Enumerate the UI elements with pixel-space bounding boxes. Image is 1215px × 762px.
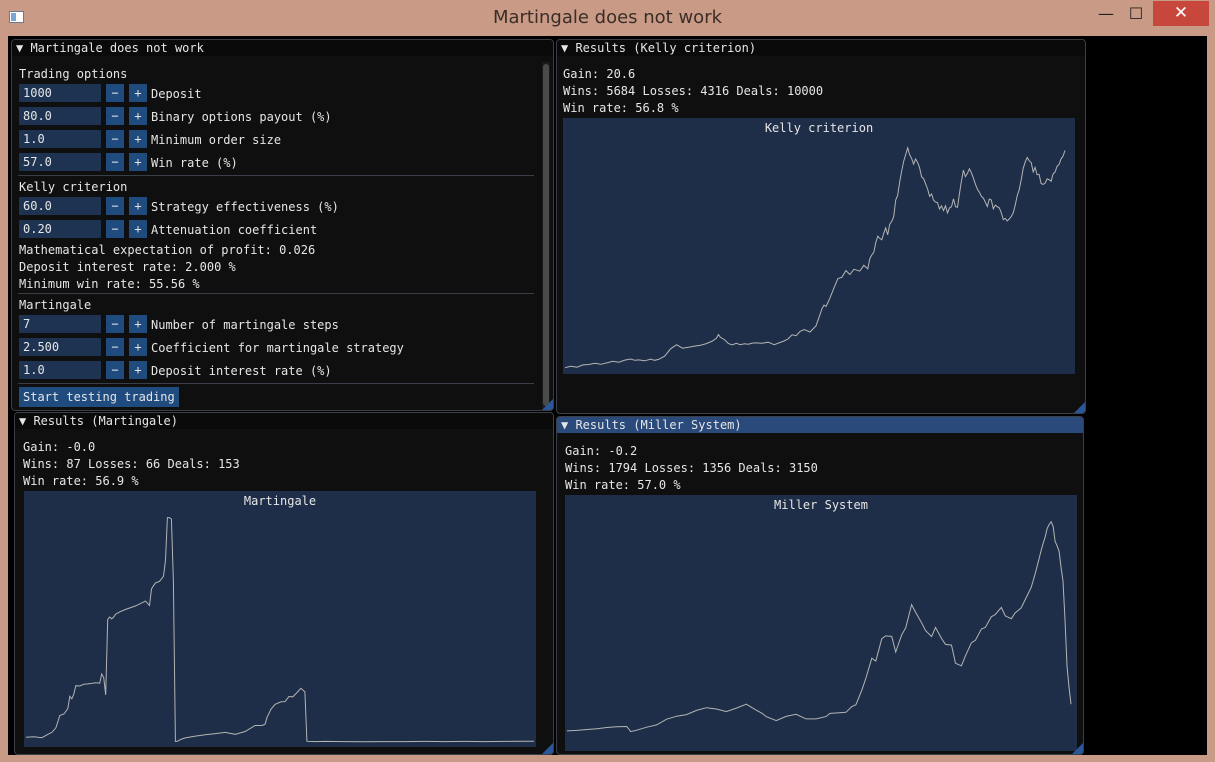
- martingale-steps-label: Number of martingale steps: [151, 318, 339, 332]
- payout-input[interactable]: 80.0: [19, 107, 101, 125]
- maximize-button[interactable]: ☐: [1123, 1, 1149, 26]
- miller-gain: Gain: -0.2: [565, 444, 638, 458]
- min-order-size-decrement-button[interactable]: −: [106, 130, 124, 148]
- payout-increment-button[interactable]: +: [129, 107, 147, 125]
- martingale-coefficient-label: Coefficient for martingale strategy: [151, 341, 404, 355]
- payout-decrement-button[interactable]: −: [106, 107, 124, 125]
- min-order-size-input[interactable]: 1.0: [19, 130, 101, 148]
- kelly-results-header[interactable]: ▼ Results (Kelly criterion): [557, 40, 1085, 56]
- strategy-effectiveness-label: Strategy effectiveness (%): [151, 200, 339, 214]
- settings-panel: ▼ Martingale does not work Trading optio…: [11, 39, 554, 411]
- martingale-plot-title: Martingale: [243, 494, 317, 508]
- section-trading-options: Trading options: [19, 67, 128, 81]
- martingale-coefficient-increment-button[interactable]: +: [129, 338, 147, 356]
- section-divider: [18, 293, 534, 294]
- settings-panel-header[interactable]: ▼ Martingale does not work: [12, 40, 553, 56]
- kelly-results-panel: ▼ Results (Kelly criterion) Gain: 20.6 W…: [556, 39, 1086, 414]
- miller-win-rate: Win rate: 57.0 %: [565, 478, 681, 492]
- martingale-results-header[interactable]: ▼ Results (Martingale): [15, 413, 553, 429]
- martingale-steps-increment-button[interactable]: +: [129, 315, 147, 333]
- win-rate-label: Win rate (%): [151, 156, 238, 170]
- strategy-effectiveness-increment-button[interactable]: +: [129, 197, 147, 215]
- deposit-decrement-button[interactable]: −: [106, 84, 124, 102]
- martingale-gain: Gain: -0.0: [23, 440, 96, 454]
- resize-grip[interactable]: [542, 743, 553, 754]
- scrollbar-thumb[interactable]: [543, 64, 549, 406]
- deposit-interest-rate-label: Deposit interest rate (%): [151, 364, 332, 378]
- payout-label: Binary options payout (%): [151, 110, 332, 124]
- martingale-win-rate: Win rate: 56.9 %: [23, 474, 139, 488]
- start-testing-button[interactable]: Start testing trading: [19, 387, 179, 407]
- minimum-win-rate-text: Minimum win rate: 55.56 %: [19, 277, 200, 291]
- martingale-coefficient-input[interactable]: 2.500: [19, 338, 101, 356]
- minimize-button[interactable]: —: [1093, 1, 1119, 26]
- martingale-stats: Wins: 87 Losses: 66 Deals: 153: [23, 457, 240, 471]
- attenuation-coefficient-decrement-button[interactable]: −: [106, 220, 124, 238]
- resize-grip[interactable]: [542, 399, 553, 410]
- miller-results-panel: ▼ Results (Miller System) Gain: -0.2 Win…: [556, 416, 1084, 755]
- martingale-chart: [25, 517, 534, 743]
- kelly-chart: [564, 145, 1066, 369]
- kelly-series-line: [564, 145, 1066, 369]
- miller-plot: Miller System: [565, 495, 1077, 751]
- miller-chart: [566, 520, 1072, 733]
- deposit-interest-rate-decrement-button[interactable]: −: [106, 361, 124, 379]
- miller-series-line: [566, 520, 1072, 733]
- kelly-win-rate: Win rate: 56.8 %: [563, 101, 679, 115]
- resize-grip[interactable]: [1074, 402, 1085, 413]
- miller-results-title: ▼ Results (Miller System): [561, 418, 742, 432]
- kelly-gain: Gain: 20.6: [563, 67, 636, 81]
- win-rate-decrement-button[interactable]: −: [106, 153, 124, 171]
- kelly-stats: Wins: 5684 Losses: 4316 Deals: 10000: [563, 84, 824, 98]
- martingale-steps-input[interactable]: 7: [19, 315, 101, 333]
- martingale-series-line: [25, 517, 534, 743]
- section-martingale: Martingale: [19, 298, 92, 312]
- win-rate-increment-button[interactable]: +: [129, 153, 147, 171]
- win-rate-input[interactable]: 57.0: [19, 153, 101, 171]
- settings-panel-title: ▼ Martingale does not work: [16, 41, 204, 55]
- martingale-plot: Martingale: [24, 491, 536, 747]
- title-bar[interactable]: Martingale does not work — ☐ ✕: [0, 0, 1215, 36]
- deposit-input[interactable]: 1000: [19, 84, 101, 102]
- section-kelly-criterion: Kelly criterion: [19, 180, 128, 194]
- deposit-interest-rate-input[interactable]: 1.0: [19, 361, 101, 379]
- martingale-results-panel: ▼ Results (Martingale) Gain: -0.0 Wins: …: [14, 412, 554, 755]
- martingale-results-title: ▼ Results (Martingale): [19, 414, 178, 428]
- miller-plot-title: Miller System: [774, 498, 868, 512]
- min-order-size-increment-button[interactable]: +: [129, 130, 147, 148]
- expectation-text: Mathematical expectation of profit: 0.02…: [19, 243, 316, 257]
- client-area: ▼ Martingale does not work Trading optio…: [8, 36, 1207, 755]
- close-button[interactable]: ✕: [1153, 1, 1209, 26]
- kelly-plot: Kelly criterion: [563, 118, 1075, 374]
- attenuation-coefficient-increment-button[interactable]: +: [129, 220, 147, 238]
- app-window: Martingale does not work — ☐ ✕ ▼ Marting…: [0, 0, 1215, 762]
- deposit-interest-rate-increment-button[interactable]: +: [129, 361, 147, 379]
- strategy-effectiveness-decrement-button[interactable]: −: [106, 197, 124, 215]
- martingale-coefficient-decrement-button[interactable]: −: [106, 338, 124, 356]
- attenuation-coefficient-input[interactable]: 0.20: [19, 220, 101, 238]
- strategy-effectiveness-input[interactable]: 60.0: [19, 197, 101, 215]
- martingale-steps-decrement-button[interactable]: −: [106, 315, 124, 333]
- resize-grip[interactable]: [1072, 743, 1083, 754]
- kelly-plot-title: Kelly criterion: [764, 121, 874, 135]
- section-divider: [18, 175, 534, 176]
- deposit-label: Deposit: [151, 87, 202, 101]
- deposit-interest-text: Deposit interest rate: 2.000 %: [19, 260, 236, 274]
- settings-scrollbar[interactable]: [542, 62, 550, 410]
- attenuation-coefficient-label: Attenuation coefficient: [151, 223, 318, 237]
- section-divider: [18, 383, 534, 384]
- kelly-results-title: ▼ Results (Kelly criterion): [561, 41, 757, 55]
- miller-results-header[interactable]: ▼ Results (Miller System): [557, 417, 1083, 433]
- deposit-increment-button[interactable]: +: [129, 84, 147, 102]
- miller-stats: Wins: 1794 Losses: 1356 Deals: 3150: [565, 461, 818, 475]
- min-order-size-label: Minimum order size: [151, 133, 282, 147]
- window-title: Martingale does not work: [492, 7, 723, 28]
